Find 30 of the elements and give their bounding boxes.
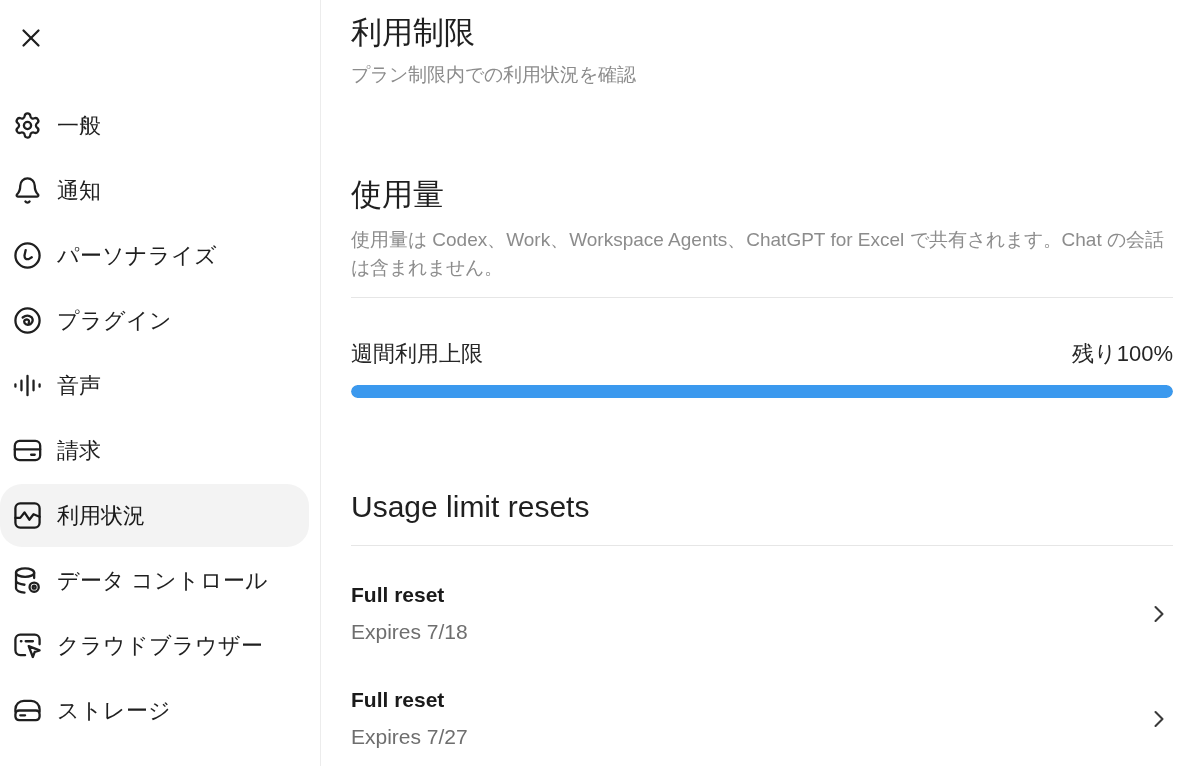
sidebar-item[interactable]: 通知	[0, 159, 309, 222]
sidebar-item[interactable]: データ コントロール	[0, 549, 309, 612]
reset-title: Full reset	[351, 582, 446, 608]
sidebar-item[interactable]: 一般	[0, 94, 309, 157]
reset-row[interactable]: Full reset Expires 7/18	[351, 561, 1173, 666]
section-heading: 使用量	[351, 176, 445, 214]
page-title: 利用制限	[351, 14, 476, 52]
sidebar-item[interactable]: ストレージ	[0, 679, 309, 742]
sidebar-item[interactable]: 利用状況	[0, 484, 309, 547]
reset-expiry: Expires 7/27	[351, 724, 468, 750]
reset-row[interactable]: Full reset Expires 7/27	[351, 666, 1173, 766]
meter-label: 週間利用上限	[351, 339, 483, 368]
settings-icon	[13, 111, 42, 140]
screen-cursor-icon	[13, 631, 42, 660]
sidebar-item[interactable]: 音声	[0, 354, 309, 417]
hook-circle-icon	[13, 241, 42, 270]
reset-title: Full reset	[351, 687, 446, 713]
sidebar-item[interactable]: 請求	[0, 419, 309, 482]
sidebar-item[interactable]: パーソナライズ	[0, 224, 309, 287]
sidebar-item[interactable]: クラウドブラウザー	[0, 614, 309, 677]
section-description: 使用量は Codex、Work、Workspace Agents、ChatGPT for Excel で共有されます。Chat の会話は含まれません。	[351, 228, 1165, 280]
page-subtitle: プラン制限内での利用状況を確認	[351, 63, 637, 87]
line-chart-icon	[13, 501, 42, 530]
section-heading: Usage limit resets	[351, 489, 591, 525]
database-gear-icon	[13, 566, 42, 595]
meter-reading: 残り100%	[1071, 339, 1173, 368]
swirl-circle-icon	[13, 306, 42, 335]
sidebar-item[interactable]: プラグイン	[0, 289, 309, 352]
reset-expiry: Expires 7/18	[351, 619, 468, 645]
bell-icon	[13, 176, 42, 205]
